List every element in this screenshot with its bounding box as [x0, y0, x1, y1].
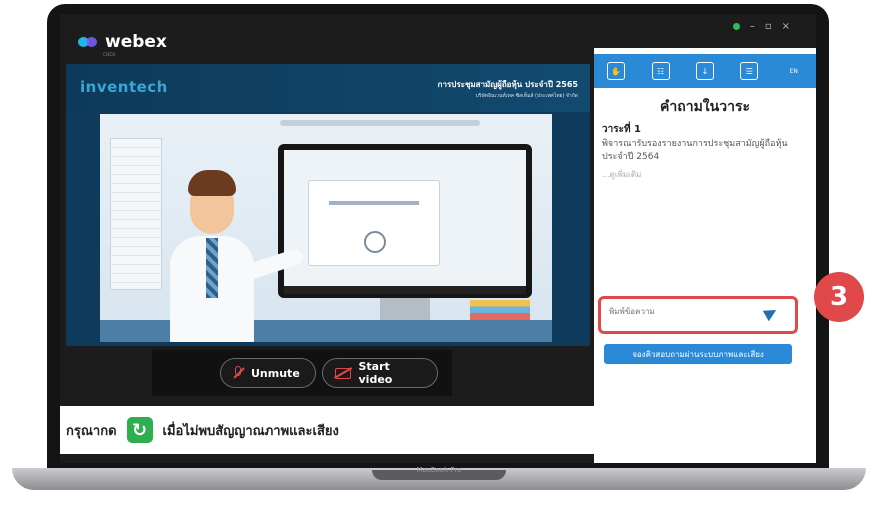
hand-icon[interactable]: ✋	[607, 62, 626, 80]
instruction-prefix: กรุณากด	[66, 423, 117, 439]
webex-logo-sub: CISCO	[103, 52, 116, 57]
presenter-illustration	[158, 164, 306, 342]
language-icon[interactable]: EN	[785, 62, 803, 80]
presentation-title: การประชุมสามัญผู้ถือหุ้น ประจำปี 2565	[437, 80, 578, 89]
agenda-label: วาระที่ 1	[602, 124, 642, 135]
agenda-more-link[interactable]: ...ดูเพิ่มเติม	[602, 168, 641, 181]
panel-title: คำถามในวาระ	[660, 99, 750, 115]
document-icon[interactable]: ☰	[740, 62, 759, 80]
agenda-description: พิจารณารับรองรายงานการประชุมสามัญผู้ถือห…	[602, 139, 788, 162]
presenter-hair	[188, 170, 236, 196]
monitor-toolbar	[284, 286, 526, 294]
unmute-button[interactable]: Unmute	[220, 358, 316, 388]
instruction-strip: กรุณากด ↻ เมื่อไม่พบสัญญาณภาพและเสียง	[60, 406, 594, 454]
download-icon[interactable]: ↓	[695, 62, 714, 80]
close-button[interactable]: ×	[782, 21, 790, 32]
shared-presentation: inventech การประชุมสามัญผู้ถือหุ้น ประจำ…	[66, 64, 590, 346]
inventech-logo: inventech	[80, 78, 168, 96]
window-controls: – ▫ ×	[732, 21, 790, 32]
minimize-button[interactable]: –	[750, 21, 755, 32]
monitor-illustration	[278, 144, 532, 298]
question-input-box	[598, 296, 798, 334]
presentation-illustration	[100, 114, 552, 342]
monitor-screen	[284, 150, 526, 286]
ceiling-light	[280, 120, 480, 126]
mic-muted-icon	[233, 366, 243, 380]
presentation-header: inventech การประชุมสามัญผู้ถือหุ้น ประจำ…	[66, 64, 590, 112]
presenter-tie	[206, 238, 218, 298]
language-label: EN	[789, 67, 798, 75]
webex-logo: webex	[78, 32, 167, 52]
book-stack	[470, 300, 530, 320]
presentation-subtitle: บริษัทอินเวนท์เทค ซิสเท็มส์ (ประเทศไทย) …	[475, 93, 578, 99]
maximize-button[interactable]: ▫	[765, 21, 772, 32]
question-input[interactable]	[607, 306, 751, 317]
laptop-screen: webex CISCO – ▫ × inventech การประชุมสาม…	[60, 14, 816, 463]
instruction-suffix: เมื่อไม่พบสัญญาณภาพและเสียง	[162, 423, 339, 439]
vote-icon[interactable]: ☷	[651, 62, 670, 80]
unmute-label: Unmute	[251, 366, 300, 380]
webex-logo-icon	[78, 35, 100, 49]
monitor-dialog	[308, 180, 440, 266]
panel-tab-bar: ✋ ☷ ↓ ☰ EN	[594, 54, 816, 88]
start-video-button[interactable]: Start video	[322, 358, 438, 388]
start-video-label: Start video	[358, 360, 393, 386]
refresh-icon[interactable]: ↻	[126, 417, 153, 443]
monitor-stand	[380, 298, 430, 322]
status-dot-icon	[732, 23, 740, 30]
camera-off-icon	[335, 367, 351, 379]
step-badge: 3	[814, 272, 864, 322]
whiteboard	[110, 138, 162, 290]
send-icon[interactable]	[762, 304, 780, 322]
laptop-model-label: MacBook Pro	[416, 466, 462, 474]
webex-logo-text: webex	[105, 32, 167, 52]
question-panel: ✋ ☷ ↓ ☰ EN คำถามในวาระ วาระที่ 1 พิจารณา…	[594, 48, 816, 463]
video-question-button[interactable]: จองคิวสอบถามผ่านระบบภาพและเสียง	[604, 344, 792, 364]
